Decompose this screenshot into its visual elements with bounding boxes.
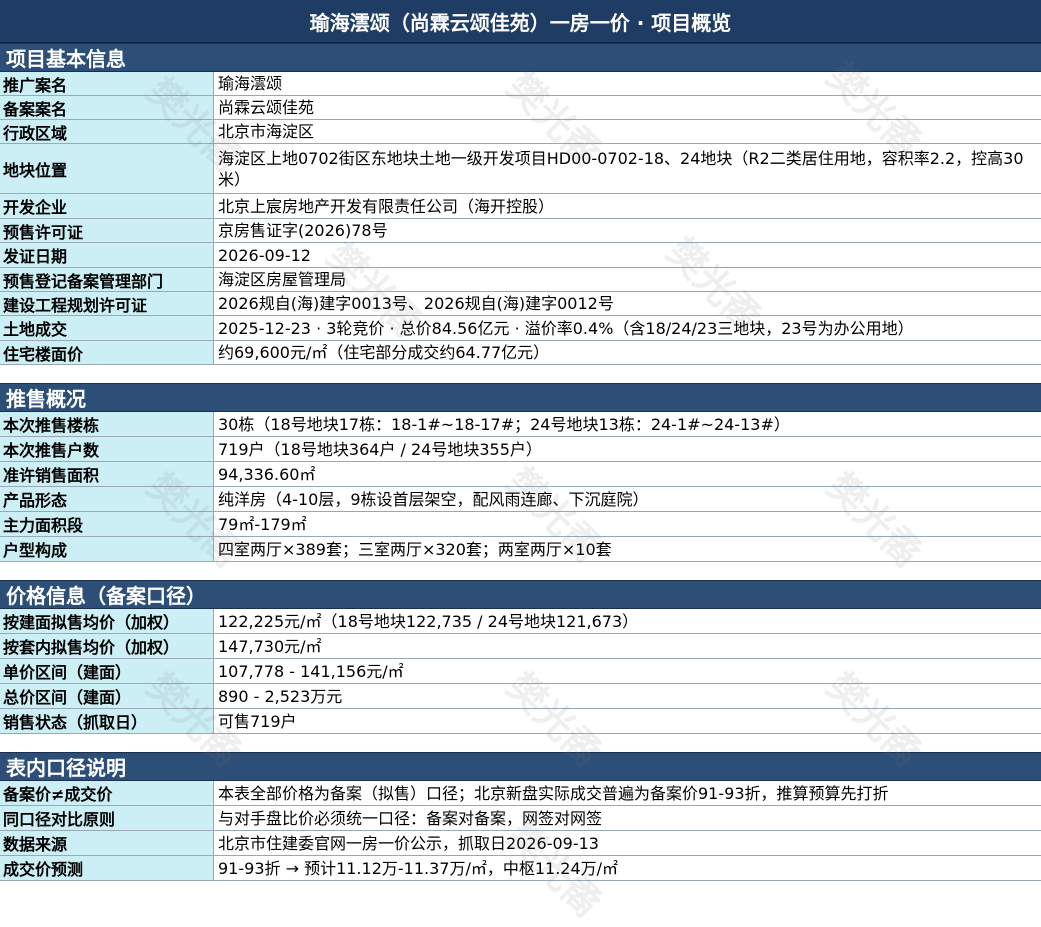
section-sales-overview: 推售概况 本次推售楼栋 30栋（18号地块17栋：18-1#~18-17#；24号… — [0, 383, 1041, 562]
row-label: 备案案名 — [0, 96, 214, 119]
row-label: 按建面拟售均价（加权） — [0, 609, 214, 633]
row-value: 107,778 - 141,156元/㎡ — [218, 661, 404, 681]
row-value: 海淀区上地0702街区东地块土地一级开发项目HD00-0702-18、24地块（… — [218, 148, 1024, 189]
row-label: 地块位置 — [0, 144, 214, 193]
table-row: 销售状态（抓取日） 可售719户 — [0, 709, 1041, 734]
section-spacer — [0, 365, 1041, 383]
row-value: 约69,600元/㎡（住宅部分成交约64.77亿元） — [218, 343, 550, 362]
row-label: 发证日期 — [0, 243, 214, 267]
row-label: 行政区域 — [0, 120, 214, 143]
row-value: 2026-09-12 — [218, 245, 311, 265]
section-basic-info: 项目基本信息 推广案名 瑜海澐颂 备案案名 尚霖云颂佳苑 行政区域 北京市海淀区 地块… — [0, 43, 1041, 365]
table-row: 按套内拟售均价（加权） 147,730元/㎡ — [0, 634, 1041, 659]
section-spacer — [0, 734, 1041, 752]
row-value: 纯洋房（4-10层，9栋设首层架空，配风雨连廊、下沉庭院） — [218, 489, 649, 509]
section-notes: 表内口径说明 备案价≠成交价 本表全部价格为备案（拟售）口径；北京新盘实际成交普遍… — [0, 752, 1041, 881]
section-heading: 推售概况 — [0, 383, 1041, 412]
table-row: 产品形态 纯洋房（4-10层，9栋设首层架空，配风雨连廊、下沉庭院） — [0, 487, 1041, 512]
row-label: 按套内拟售均价（加权） — [0, 634, 214, 658]
table-row: 开发企业 北京上宸房地产开发有限责任公司（海开控股） — [0, 194, 1041, 219]
row-label: 产品形态 — [0, 487, 214, 511]
row-label: 同口径对比原则 — [0, 806, 214, 830]
table-row: 地块位置 海淀区上地0702街区东地块土地一级开发项目HD00-0702-18、2… — [0, 144, 1041, 194]
row-label: 总价区间（建面） — [0, 684, 214, 708]
row-value: 94,336.60㎡ — [218, 464, 316, 484]
table-row: 住宅楼面价 约69,600元/㎡（住宅部分成交约64.77亿元） — [0, 341, 1041, 365]
section-heading: 项目基本信息 — [0, 43, 1041, 72]
table-row: 主力面积段 79㎡-179㎡ — [0, 512, 1041, 537]
table-row: 备案案名 尚霖云颂佳苑 — [0, 96, 1041, 120]
table-row: 成交价预测 91-93折 → 预计11.12万-11.37万/㎡，中枢11.24万… — [0, 856, 1041, 881]
row-label: 数据来源 — [0, 831, 214, 855]
table-row: 备案价≠成交价 本表全部价格为备案（拟售）口径；北京新盘实际成交普遍为备案价91-… — [0, 781, 1041, 806]
row-value: 2026规自(海)建字0013号、2026规自(海)建字0012号 — [218, 294, 614, 313]
table-row: 总价区间（建面） 890 - 2,523万元 — [0, 684, 1041, 709]
row-value: 四室两厅×389套；三室两厅×320套；两室两厅×10套 — [218, 539, 612, 559]
table-row: 同口径对比原则 与对手盘比价必须统一口径：备案对备案，网签对网签 — [0, 806, 1041, 831]
row-label: 主力面积段 — [0, 512, 214, 536]
table-row: 预售登记备案管理部门 海淀区房屋管理局 — [0, 268, 1041, 292]
row-label: 销售状态（抓取日） — [0, 709, 214, 733]
row-value: 122,225元/㎡（18号地块122,735 / 24号地块121,673） — [218, 611, 639, 631]
table-row: 预售许可证 京房售证字(2026)78号 — [0, 219, 1041, 243]
section-spacer — [0, 562, 1041, 580]
row-value: 北京市住建委官网一房一价公示，抓取日2026-09-13 — [218, 833, 599, 853]
section-price-info: 价格信息（备案口径） 按建面拟售均价（加权） 122,225元/㎡（18号地块12… — [0, 580, 1041, 734]
row-value: 30栋（18号地块17栋：18-1#~18-17#；24号地块13栋：24-1#… — [218, 414, 790, 434]
table-row: 单价区间（建面） 107,778 - 141,156元/㎡ — [0, 659, 1041, 684]
table-row: 本次推售户数 719户（18号地块364户 / 24号地块355户） — [0, 437, 1041, 462]
row-value: 北京市海淀区 — [218, 122, 315, 141]
table-row: 行政区域 北京市海淀区 — [0, 120, 1041, 144]
row-label: 本次推售户数 — [0, 437, 214, 461]
row-label: 单价区间（建面） — [0, 659, 214, 683]
row-label: 预售登记备案管理部门 — [0, 268, 214, 291]
section-heading: 表内口径说明 — [0, 752, 1041, 781]
table-row: 户型构成 四室两厅×389套；三室两厅×320套；两室两厅×10套 — [0, 537, 1041, 562]
row-label: 预售许可证 — [0, 219, 214, 242]
row-label: 准许销售面积 — [0, 462, 214, 486]
row-value: 本表全部价格为备案（拟售）口径；北京新盘实际成交普遍为备案价91-93折，推算预… — [218, 783, 889, 803]
row-label: 开发企业 — [0, 194, 214, 218]
row-label: 成交价预测 — [0, 856, 214, 880]
row-value: 海淀区房屋管理局 — [218, 270, 347, 289]
row-value: 147,730元/㎡ — [218, 636, 322, 656]
row-label: 本次推售楼栋 — [0, 412, 214, 436]
row-value: 与对手盘比价必须统一口径：备案对备案，网签对网签 — [218, 808, 603, 828]
table-row: 发证日期 2026-09-12 — [0, 243, 1041, 268]
row-label: 推广案名 — [0, 72, 214, 95]
table-row: 按建面拟售均价（加权） 122,225元/㎡（18号地块122,735 / 24号… — [0, 609, 1041, 634]
row-value: 京房售证字(2026)78号 — [218, 221, 388, 240]
row-value: 尚霖云颂佳苑 — [218, 98, 315, 117]
section-heading: 价格信息（备案口径） — [0, 580, 1041, 609]
table-row: 土地成交 2025-12-23 · 3轮竞价 · 总价84.56亿元 · 溢价率0… — [0, 316, 1041, 341]
table-row: 准许销售面积 94,336.60㎡ — [0, 462, 1041, 487]
table-row: 本次推售楼栋 30栋（18号地块17栋：18-1#~18-17#；24号地块13栋… — [0, 412, 1041, 437]
row-value: 瑜海澐颂 — [218, 74, 283, 93]
row-value: 可售719户 — [218, 711, 297, 731]
title-bar: 瑜海澐颂（尚霖云颂佳苑）一房一价 · 项目概览 — [0, 0, 1041, 43]
row-value: 890 - 2,523万元 — [218, 686, 343, 706]
row-value: 2025-12-23 · 3轮竞价 · 总价84.56亿元 · 溢价率0.4%（… — [218, 318, 914, 338]
row-label: 土地成交 — [0, 316, 214, 340]
table-row: 数据来源 北京市住建委官网一房一价公示，抓取日2026-09-13 — [0, 831, 1041, 856]
row-value: 79㎡-179㎡ — [218, 514, 307, 534]
row-label: 备案价≠成交价 — [0, 781, 214, 805]
table-row: 建设工程规划许可证 2026规自(海)建字0013号、2026规自(海)建字001… — [0, 292, 1041, 316]
table-row: 推广案名 瑜海澐颂 — [0, 72, 1041, 96]
row-label: 住宅楼面价 — [0, 341, 214, 364]
row-value: 91-93折 → 预计11.12万-11.37万/㎡，中枢11.24万/㎡ — [218, 858, 619, 878]
row-label: 户型构成 — [0, 537, 214, 561]
row-label: 建设工程规划许可证 — [0, 292, 214, 315]
row-value: 北京上宸房地产开发有限责任公司（海开控股） — [218, 196, 555, 216]
row-value: 719户（18号地块364户 / 24号地块355户） — [218, 439, 542, 459]
